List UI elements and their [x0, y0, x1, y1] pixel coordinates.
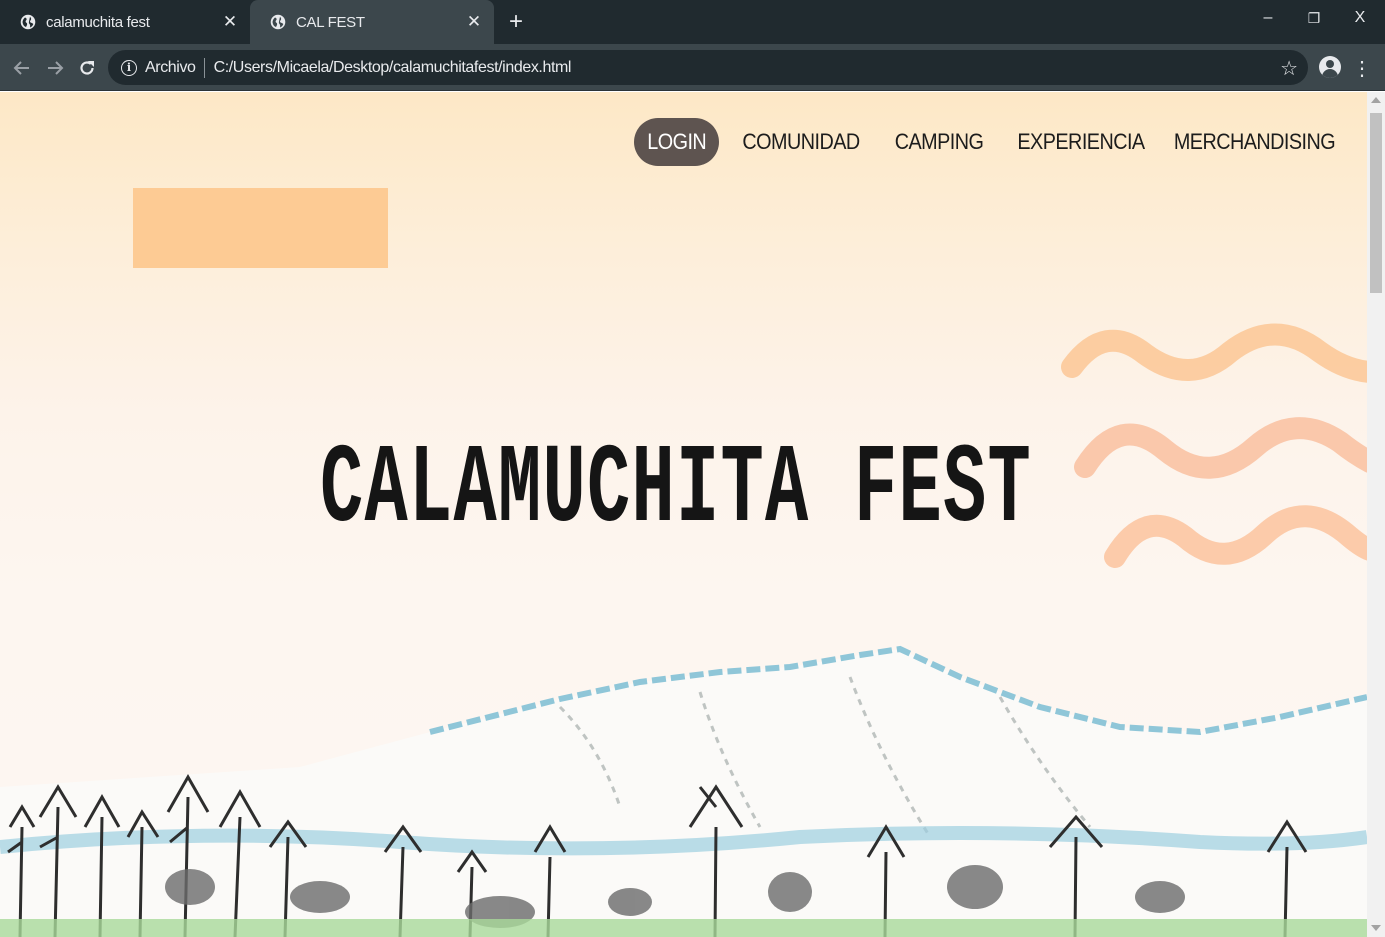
reload-button[interactable] — [73, 54, 101, 82]
tab-title: CAL FEST — [296, 13, 365, 31]
reload-icon — [80, 61, 94, 75]
scroll-down-icon[interactable] — [1371, 925, 1381, 931]
info-icon[interactable]: i — [121, 59, 137, 76]
page-viewport: LOGIN COMUNIDAD CAMPING EXPERIENCIA MERC… — [0, 92, 1367, 937]
url-text[interactable]: C:/Users/Micaela/Desktop/calamuchitafest… — [214, 59, 572, 77]
close-tab-icon[interactable]: ✕ — [218, 10, 242, 34]
globe-icon — [270, 14, 286, 30]
globe-icon — [20, 14, 36, 30]
landscape-illustration — [0, 645, 1367, 937]
nav-experiencia[interactable]: EXPERIENCIA — [1017, 118, 1145, 166]
scroll-thumb[interactable] — [1370, 113, 1382, 293]
profile-avatar-icon[interactable] — [1319, 56, 1341, 78]
nav-camping[interactable]: CAMPING — [895, 118, 984, 166]
nav-label: LOGIN — [647, 129, 706, 154]
tab-strip: calamuchita fest ✕ CAL FEST ✕ + – ❐ X — [0, 0, 1385, 44]
more-menu-icon[interactable]: ⋮ — [1352, 56, 1372, 80]
nav-comunidad[interactable]: COMUNIDAD — [742, 118, 860, 166]
tab-title: calamuchita fest — [46, 13, 150, 31]
bookmark-star-icon[interactable]: ☆ — [1280, 56, 1298, 81]
nav-merchandising[interactable]: MERCHANDISING — [1174, 118, 1336, 166]
restore-button[interactable]: ❐ — [1291, 0, 1337, 36]
address-bar[interactable]: i Archivo C:/Users/Micaela/Desktop/calam… — [108, 50, 1308, 85]
scheme-label: Archivo — [145, 58, 196, 76]
site-nav: LOGIN COMUNIDAD CAMPING EXPERIENCIA MERC… — [0, 118, 1367, 166]
close-tab-icon[interactable]: ✕ — [462, 10, 486, 34]
arrow-right-icon — [48, 61, 64, 75]
tab-cal-fest[interactable]: CAL FEST ✕ — [250, 0, 494, 44]
headline-text: CALAMUCHITA FEST — [320, 427, 1032, 540]
tab-calamuchita-fest[interactable]: calamuchita fest ✕ — [0, 0, 250, 44]
waves-decoration — [1061, 323, 1367, 568]
forward-button[interactable] — [41, 54, 69, 82]
nav-login[interactable]: LOGIN — [634, 118, 719, 166]
festival-headline: CALAMUCHITA FEST — [320, 427, 1032, 540]
scrollbar[interactable] — [1367, 92, 1385, 937]
back-button[interactable] — [8, 54, 36, 82]
divider — [203, 57, 205, 78]
browser-toolbar: i Archivo C:/Users/Micaela/Desktop/calam… — [0, 44, 1385, 91]
arrow-left-icon — [13, 61, 29, 75]
minimize-button[interactable]: – — [1245, 0, 1291, 36]
scroll-up-icon[interactable] — [1371, 97, 1381, 103]
logo-placeholder — [133, 188, 388, 268]
new-tab-button[interactable]: + — [503, 8, 529, 35]
close-window-button[interactable]: X — [1337, 0, 1383, 36]
